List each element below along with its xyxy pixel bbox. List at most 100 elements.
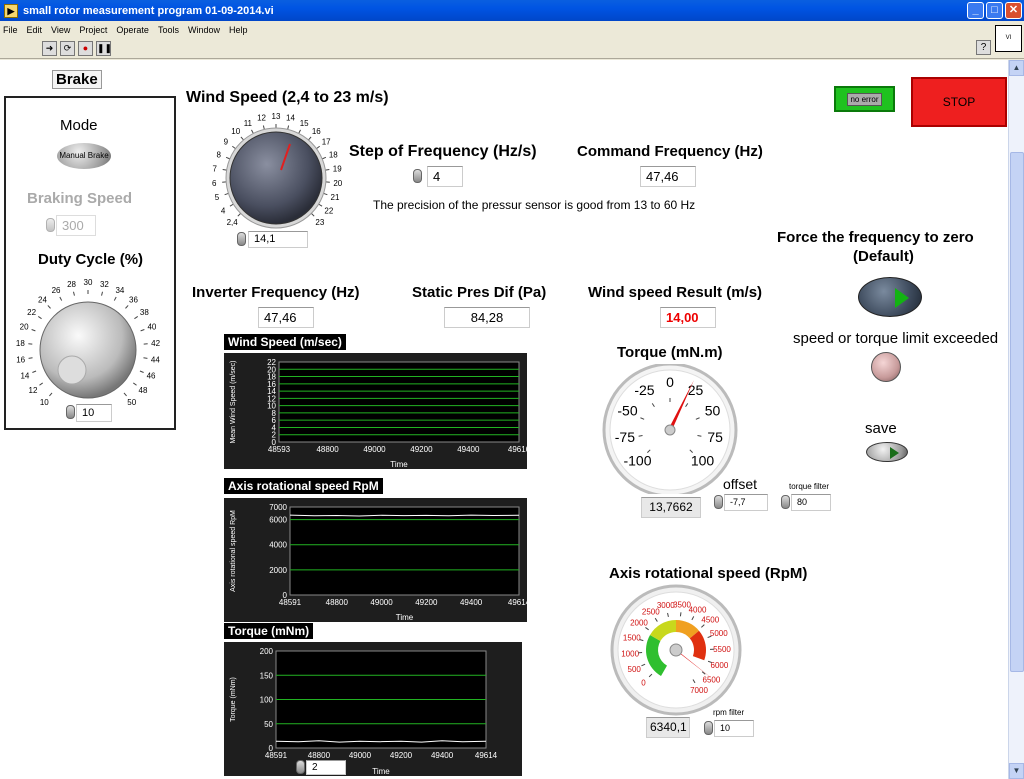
tick-label: 21 bbox=[331, 193, 340, 202]
tick-mark bbox=[133, 382, 137, 386]
x-tick-label: 48593 bbox=[268, 445, 291, 454]
title-bar: ▶ small rotor measurement program 01-09-… bbox=[0, 0, 1024, 21]
tick-label: 13 bbox=[272, 112, 281, 121]
abort-button[interactable]: ● bbox=[78, 40, 93, 56]
offset-value[interactable]: -7,7 bbox=[724, 494, 768, 511]
torque-value: 13,7662 bbox=[641, 497, 701, 518]
close-button[interactable]: ✕ bbox=[1005, 2, 1022, 19]
tick-label: 48 bbox=[139, 386, 148, 395]
rpm-gauge-label: Axis rotational speed (RpM) bbox=[609, 565, 808, 582]
wind-result-label: Wind speed Result (m/s) bbox=[588, 284, 763, 301]
force-zero-label: Force the frequency to zero bbox=[777, 229, 974, 246]
tick-label: 42 bbox=[151, 339, 160, 348]
x-axis-label: Time bbox=[372, 767, 390, 776]
x-tick-label: 49400 bbox=[457, 445, 480, 454]
duty-cycle-value[interactable]: 10 bbox=[76, 404, 112, 422]
wind-speed-stepper[interactable] bbox=[237, 232, 246, 246]
tick-label: 34 bbox=[115, 286, 124, 295]
tick-label: 46 bbox=[147, 371, 156, 380]
braking-speed-value[interactable]: 300 bbox=[56, 215, 96, 236]
x-tick-label: 49614 bbox=[475, 751, 498, 760]
wind-knob-body bbox=[229, 131, 323, 225]
tick-mark bbox=[72, 291, 75, 296]
context-help-button[interactable]: ? bbox=[976, 40, 991, 55]
tick-label: 38 bbox=[140, 308, 149, 317]
tick-mark bbox=[39, 382, 43, 386]
torque-filter-stepper[interactable] bbox=[781, 495, 790, 509]
y-axis-label: Mean Wind Speed (m/sec) bbox=[230, 361, 237, 444]
menu-operate[interactable]: Operate bbox=[116, 25, 149, 35]
minimize-button[interactable]: _ bbox=[967, 2, 984, 19]
torque-history-stepper[interactable] bbox=[296, 760, 305, 774]
step-frequency-value[interactable]: 4 bbox=[427, 166, 463, 187]
tick-mark bbox=[59, 296, 63, 301]
mode-toggle[interactable]: Manual Brake bbox=[57, 143, 111, 169]
tick-mark bbox=[298, 129, 301, 134]
tick-mark bbox=[123, 392, 127, 397]
step-frequency-stepper[interactable] bbox=[413, 169, 422, 183]
duty-knob-pointer bbox=[57, 355, 87, 385]
offset-label: offset bbox=[723, 476, 757, 492]
maximize-button[interactable]: □ bbox=[986, 2, 1003, 19]
scroll-down-icon[interactable]: ▼ bbox=[1009, 763, 1024, 779]
rpm-graph-title: Axis rotational speed RpM bbox=[224, 478, 383, 494]
x-tick-label: 49000 bbox=[363, 445, 386, 454]
scroll-thumb[interactable] bbox=[1010, 152, 1024, 672]
force-zero-button[interactable] bbox=[858, 277, 922, 317]
labview-window: ▶ small rotor measurement program 01-09-… bbox=[0, 0, 1024, 779]
menu-help[interactable]: Help bbox=[229, 25, 248, 35]
x-tick-label: 49616 bbox=[508, 445, 527, 454]
rpm-filter-value[interactable]: 10 bbox=[714, 720, 754, 737]
tick-label: 2000 bbox=[630, 619, 648, 628]
tick-label: 0 bbox=[666, 374, 674, 390]
duty-cycle-stepper[interactable] bbox=[66, 405, 75, 419]
x-tick-label: 49400 bbox=[460, 598, 483, 607]
tick-mark bbox=[101, 291, 104, 296]
menu-window[interactable]: Window bbox=[188, 25, 220, 35]
braking-speed-stepper[interactable] bbox=[46, 218, 55, 232]
torque-gauge-label: Torque (mN.m) bbox=[617, 344, 723, 361]
offset-stepper[interactable] bbox=[714, 495, 723, 509]
wind-speed-knob[interactable]: 2,445 6 7 8910 11 12 13 14 151617 18 19 20 21 2223 bbox=[196, 106, 356, 234]
vertical-scrollbar[interactable]: ▲ ▼ bbox=[1008, 60, 1024, 779]
run-continuously-button[interactable]: ⟳ bbox=[60, 40, 75, 56]
tick-mark bbox=[222, 169, 227, 171]
torque-graph-title: Torque (mNm) bbox=[224, 623, 314, 639]
tick-mark bbox=[322, 156, 327, 160]
menu-view[interactable]: View bbox=[51, 25, 70, 35]
tick-label: 22 bbox=[324, 206, 333, 215]
menu-project[interactable]: Project bbox=[79, 25, 107, 35]
menu-edit[interactable]: Edit bbox=[27, 25, 43, 35]
scroll-up-icon[interactable]: ▲ bbox=[1009, 60, 1024, 76]
pause-button[interactable]: ❚❚ bbox=[96, 40, 112, 56]
wind-speed-value[interactable]: 14,1 bbox=[248, 231, 308, 248]
x-tick-label: 49400 bbox=[431, 751, 454, 760]
x-tick-label: 49200 bbox=[415, 598, 438, 607]
duty-cycle-knob[interactable]: 101214 16 18 20 2224 26 28 30 32 34 3638 40 42 44 46 48… bbox=[8, 270, 170, 418]
save-led-icon bbox=[890, 447, 899, 459]
torque-filter-value[interactable]: 80 bbox=[791, 494, 831, 511]
tick-label: 6500 bbox=[703, 675, 721, 684]
tick-label: 16 bbox=[312, 127, 321, 136]
brake-title: Brake bbox=[52, 70, 102, 89]
rpm-filter-stepper[interactable] bbox=[704, 721, 713, 735]
tick-label: 100 bbox=[691, 453, 715, 469]
tick-mark bbox=[37, 316, 42, 320]
tick-label: 14 bbox=[20, 371, 29, 380]
vi-connector-icon: VI bbox=[995, 25, 1022, 52]
menu-file[interactable]: File bbox=[3, 25, 18, 35]
run-button[interactable]: ➜ bbox=[42, 40, 57, 56]
stop-button[interactable]: STOP bbox=[911, 77, 1007, 127]
tick-label: 4500 bbox=[701, 615, 719, 624]
torque-history-value[interactable]: 2 bbox=[306, 760, 346, 775]
tick-mark bbox=[140, 329, 145, 332]
tick-label: 50 bbox=[705, 402, 721, 418]
tick-mark bbox=[262, 125, 265, 130]
menu-tools[interactable]: Tools bbox=[158, 25, 179, 35]
braking-speed-label: Braking Speed bbox=[27, 190, 133, 207]
torque-filter-label: torque filter bbox=[789, 482, 830, 491]
tick-label: 15 bbox=[300, 119, 309, 128]
toolbar: ➜ ⟳ ● ❚❚ bbox=[0, 38, 1024, 59]
tick-label: 6000 bbox=[711, 661, 729, 670]
save-button[interactable] bbox=[866, 442, 908, 462]
